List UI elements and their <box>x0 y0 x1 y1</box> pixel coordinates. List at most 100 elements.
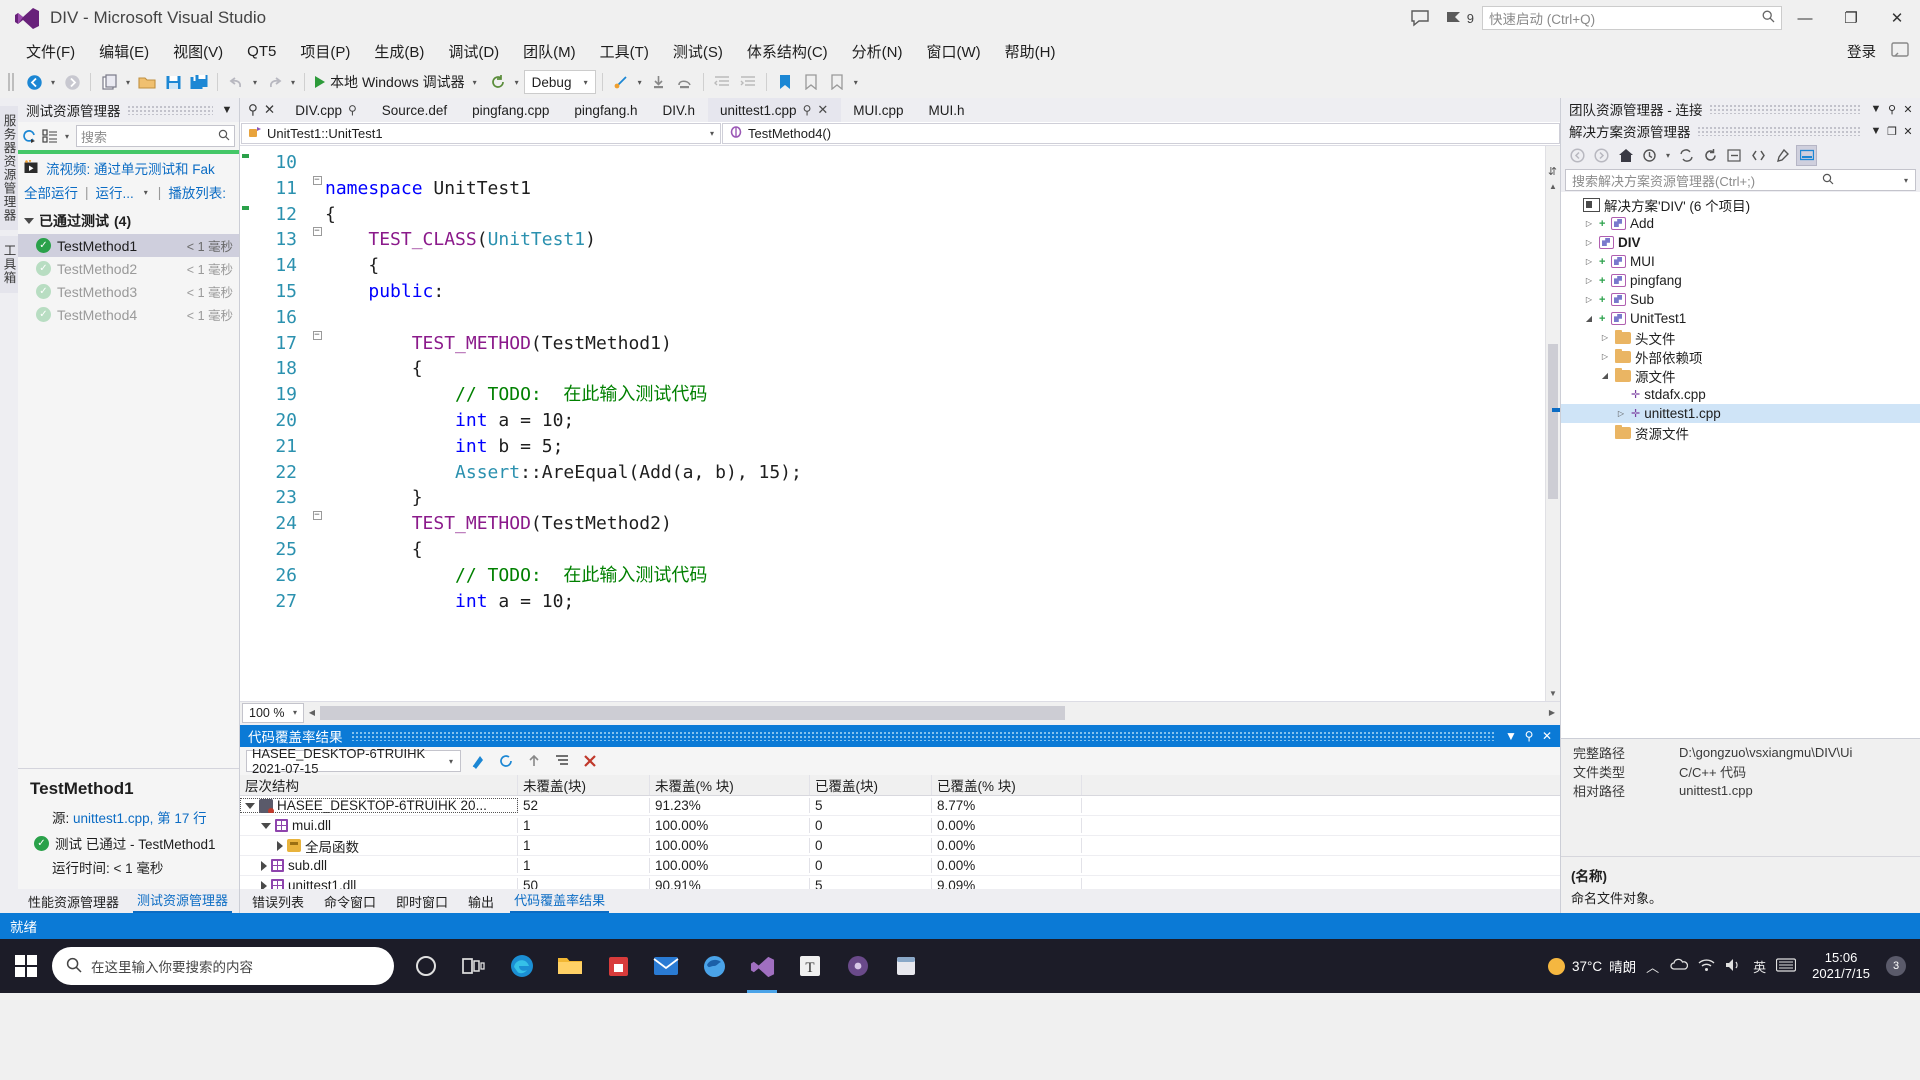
volume-icon[interactable] <box>1725 958 1743 975</box>
editor-tab-div-cpp[interactable]: DIV.cpp ⚲ <box>283 98 370 122</box>
quick-launch-input[interactable]: 快速启动 (Ctrl+Q) <box>1482 6 1782 30</box>
code-line[interactable]: 24 − TEST_METHOD(TestMethod2) <box>257 511 1545 537</box>
chevron-right-icon[interactable] <box>261 860 267 871</box>
test-item-testmethod1[interactable]: ✓ TestMethod1 < 1 毫秒 <box>18 234 239 257</box>
menu-test[interactable]: 测试(S) <box>661 39 735 64</box>
scroll-left-icon[interactable]: ◀ <box>304 708 320 717</box>
run-menu-link[interactable]: 运行... <box>96 182 134 202</box>
chevron-down-icon[interactable]: ▼ <box>219 101 235 119</box>
chevron-down-icon[interactable]: ▼ <box>1868 122 1884 140</box>
chevron-down-icon[interactable]: ▾ <box>446 757 456 766</box>
test-item-testmethod2[interactable]: ✓ TestMethod2 < 1 毫秒 <box>18 257 239 280</box>
test-item-testmethod4[interactable]: ✓ TestMethod4 < 1 毫秒 <box>18 303 239 326</box>
pin-icon[interactable]: ⚲ <box>803 103 812 117</box>
menu-architecture[interactable]: 体系结构(C) <box>735 39 840 64</box>
table-row[interactable]: unittest1.dll 50 90.91% 5 9.09% <box>240 876 1560 889</box>
solution-tree-node[interactable]: ◢ 源文件 <box>1561 366 1920 385</box>
run-all-link[interactable]: 全部运行 <box>24 182 78 202</box>
code-coverage-drag-dots[interactable] <box>350 731 1494 741</box>
solution-configuration-dropdown-icon[interactable]: ▾ <box>581 78 591 87</box>
chevron-down-icon[interactable]: ▾ <box>290 708 300 717</box>
chevron-right-icon[interactable]: ▷ <box>1583 238 1595 247</box>
scroll-thumb[interactable] <box>1548 344 1558 499</box>
code-line[interactable]: 23 } <box>257 485 1545 511</box>
chevron-right-icon[interactable]: ▷ <box>1615 409 1627 418</box>
solution-tree-node[interactable]: ▷ + pingfang <box>1561 271 1920 290</box>
undo-dropdown-icon[interactable]: ▾ <box>250 78 260 87</box>
navigate-back-dropdown-icon[interactable]: ▾ <box>48 78 58 87</box>
collapse-all-icon[interactable] <box>1724 145 1745 166</box>
search-options-dropdown-icon[interactable]: ▾ <box>1901 176 1911 185</box>
chevron-down-icon[interactable]: ◢ <box>1599 371 1611 380</box>
code-line[interactable]: 25 { <box>257 537 1545 563</box>
onedrive-icon[interactable] <box>1669 958 1689 974</box>
collapse-region-icon[interactable]: − <box>309 175 325 185</box>
solution-search-input[interactable]: 搜索解决方案资源管理器(Ctrl+;) ▾ <box>1565 169 1916 191</box>
chevron-down-icon[interactable]: ◢ <box>1583 314 1595 323</box>
column-header-uncovered-pct[interactable]: 未覆盖(% 块) <box>650 775 810 795</box>
show-all-files-icon[interactable] <box>1748 145 1769 166</box>
collapse-region-icon[interactable]: − <box>309 227 325 237</box>
cortana-icon[interactable] <box>402 939 450 993</box>
close-icon[interactable]: ✕ <box>1900 122 1916 140</box>
chevron-right-icon[interactable]: ▷ <box>1583 257 1595 266</box>
new-project-dropdown-icon[interactable]: ▾ <box>123 78 133 87</box>
delete-coverage-icon[interactable] <box>579 750 601 772</box>
indent-decrease-icon[interactable] <box>710 69 734 95</box>
menu-view[interactable]: 视图(V) <box>161 39 235 64</box>
column-header-hierarchy[interactable]: 层次结构 <box>240 775 518 795</box>
redo-icon[interactable] <box>262 69 286 95</box>
menu-file[interactable]: 文件(F) <box>14 39 87 64</box>
tab-performance-explorer[interactable]: 性能资源管理器 <box>24 890 123 913</box>
column-header-covered-pct[interactable]: 已覆盖(% 块) <box>932 775 1082 795</box>
chevron-right-icon[interactable]: ▷ <box>1583 219 1595 228</box>
group-by-dropdown-icon[interactable]: ▾ <box>62 132 72 141</box>
step-into-icon[interactable] <box>647 69 671 95</box>
test-group-passed[interactable]: 已通过测试 (4) <box>18 208 239 234</box>
editor-tab-mui-cpp[interactable]: MUI.cpp <box>841 98 916 122</box>
maximize-icon[interactable]: ❐ <box>1884 122 1900 140</box>
maximize-button[interactable]: ❐ <box>1828 0 1874 36</box>
save-all-icon[interactable] <box>187 69 211 95</box>
visual-studio-taskbar-icon[interactable] <box>738 939 786 993</box>
playlist-link[interactable]: 播放列表: <box>168 182 226 202</box>
chevron-down-icon[interactable] <box>245 802 255 809</box>
table-row[interactable]: mui.dll 1 100.00% 0 0.00% <box>240 816 1560 836</box>
test-video-link[interactable]: 流视频: 通过单元测试和 Fak <box>46 158 215 178</box>
chevron-down-icon[interactable] <box>261 822 271 829</box>
table-row[interactable]: sub.dll 1 100.00% 0 0.00% <box>240 856 1560 876</box>
step-over-icon[interactable] <box>673 69 697 95</box>
show-hidden-icons-icon[interactable]: ︿ <box>1646 957 1659 976</box>
chevron-down-icon[interactable]: ▾ <box>1663 151 1673 160</box>
menu-help[interactable]: 帮助(H) <box>993 39 1068 64</box>
code-line[interactable]: 10 <box>257 150 1545 176</box>
code-line[interactable]: 12 { <box>257 202 1545 228</box>
property-row[interactable]: 完整路径 D:\gongzuo\vsxiangmu\DIV\Ui <box>1561 743 1920 762</box>
test-detail-source-link[interactable]: unittest1.cpp, 第 17 行 <box>73 811 207 826</box>
solution-tree[interactable]: 解决方案'DIV' (6 个项目) ▷ + Add ▷ DIV ▷ + MUI ▷ + pingfa… <box>1561 192 1920 738</box>
ime-keyboard-icon[interactable] <box>1776 957 1797 975</box>
collapse-region-icon[interactable]: − <box>309 511 325 521</box>
scroll-right-icon[interactable]: ▶ <box>1544 708 1560 717</box>
bookmark-prev-icon[interactable] <box>799 69 823 95</box>
menu-debug[interactable]: 调试(D) <box>436 39 511 64</box>
editor-horizontal-scrollbar[interactable]: ◀ ▶ <box>304 705 1560 720</box>
test-video-link-row[interactable]: 流视频: 通过单元测试和 Fak <box>18 154 239 180</box>
zoom-level-combo[interactable]: 100 % ▾ <box>242 702 304 723</box>
show-code-coverage-coloring-icon[interactable] <box>467 750 489 772</box>
team-explorer-drag-dots[interactable] <box>1708 104 1862 114</box>
column-header-uncovered[interactable]: 未覆盖(块) <box>518 775 650 795</box>
property-row[interactable]: 相对路径 unittest1.cpp <box>1561 781 1920 800</box>
test-search-input[interactable]: 搜索 <box>76 125 235 147</box>
test-explorer-drag-dots[interactable] <box>126 105 213 115</box>
back-icon[interactable] <box>1567 145 1588 166</box>
text-editor-icon[interactable]: T <box>786 939 834 993</box>
tab-immediate-window[interactable]: 即时窗口 <box>392 890 452 913</box>
forward-icon[interactable] <box>1591 145 1612 166</box>
column-header-covered[interactable]: 已覆盖(块) <box>810 775 932 795</box>
attach-process-dropdown-icon[interactable]: ▾ <box>635 78 645 87</box>
editor-tab-mui-h[interactable]: MUI.h <box>917 98 978 122</box>
property-row[interactable]: 文件类型 C/C++ 代码 <box>1561 762 1920 781</box>
network-icon[interactable] <box>1698 958 1715 975</box>
configure-columns-icon[interactable] <box>551 750 573 772</box>
